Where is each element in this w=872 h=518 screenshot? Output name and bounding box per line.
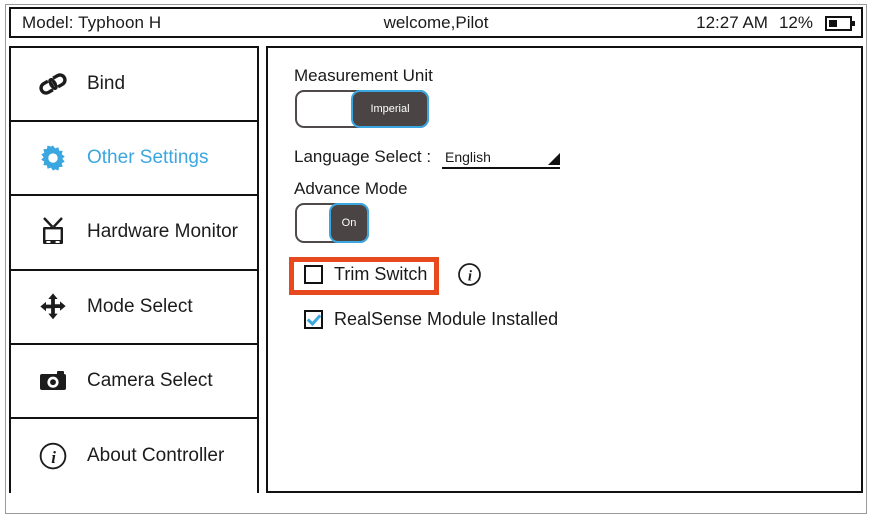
battery-fill: [829, 19, 837, 27]
sidebar-item-mode-select[interactable]: Mode Select: [11, 270, 257, 345]
settings-panel: Measurement Unit Imperial Language Selec…: [266, 46, 863, 493]
realsense-checkbox[interactable]: [304, 310, 323, 329]
advance-mode-toggle[interactable]: On: [295, 203, 369, 243]
language-select-label: Language Select :: [294, 147, 432, 166]
trim-switch-checkbox[interactable]: [304, 265, 323, 284]
advance-mode-label: Advance Mode: [294, 179, 408, 198]
sidebar-item-label: Hardware Monitor: [87, 221, 238, 243]
svg-text:i: i: [51, 448, 56, 467]
sidebar-item-label: Bind: [87, 73, 126, 95]
sidebar-item-hardware-monitor[interactable]: Hardware Monitor: [11, 196, 257, 271]
battery-percent: 12%: [778, 13, 813, 32]
chevron-down-icon: [548, 153, 560, 165]
sidebar-item-other-settings[interactable]: Other Settings: [11, 122, 257, 197]
link-icon: [36, 67, 70, 101]
svg-text:i: i: [468, 268, 473, 284]
clock: 12:27 AM: [696, 13, 768, 32]
sidebar-item-label: Mode Select: [87, 295, 193, 317]
sidebar-item-label: Camera Select: [87, 369, 213, 391]
battery-icon: [825, 15, 855, 31]
four-arrows-icon: [36, 290, 70, 324]
status-bar: Model: Typhoon H welcome,Pilot 12:27 AM …: [9, 7, 863, 38]
sidebar-item-about-controller[interactable]: i About Controller: [11, 418, 257, 494]
gear-icon: [36, 141, 70, 175]
realsense-label: RealSense Module Installed: [334, 309, 559, 329]
measurement-unit-label: Measurement Unit: [294, 66, 433, 85]
trim-switch-row[interactable]: Trim Switch: [304, 264, 427, 285]
sidebar-item-camera-select[interactable]: Camera Select: [11, 344, 257, 419]
language-select-value: English: [445, 149, 491, 165]
sidebar-item-bind[interactable]: Bind: [11, 48, 257, 123]
controller-settings-window: Model: Typhoon H welcome,Pilot 12:27 AM …: [0, 0, 872, 518]
sidebar-item-label: Other Settings: [87, 147, 209, 169]
info-icon: i: [36, 439, 70, 473]
tv-icon: [36, 215, 70, 249]
measurement-unit-toggle-knob[interactable]: Imperial: [351, 90, 429, 128]
trim-switch-label: Trim Switch: [334, 264, 428, 284]
trim-switch-info-icon[interactable]: i: [457, 262, 482, 287]
sidebar-item-label: About Controller: [87, 445, 225, 467]
status-bar-right: 12:27 AM 12%: [696, 13, 855, 33]
sidebar-nav: Bind Other Settings Hardware Monitor Mod…: [9, 46, 259, 494]
camera-icon: [36, 364, 70, 398]
measurement-unit-toggle[interactable]: Imperial: [295, 90, 429, 128]
realsense-row[interactable]: RealSense Module Installed: [304, 309, 558, 330]
language-select-dropdown[interactable]: English: [442, 145, 560, 169]
advance-mode-toggle-knob[interactable]: On: [329, 203, 369, 243]
